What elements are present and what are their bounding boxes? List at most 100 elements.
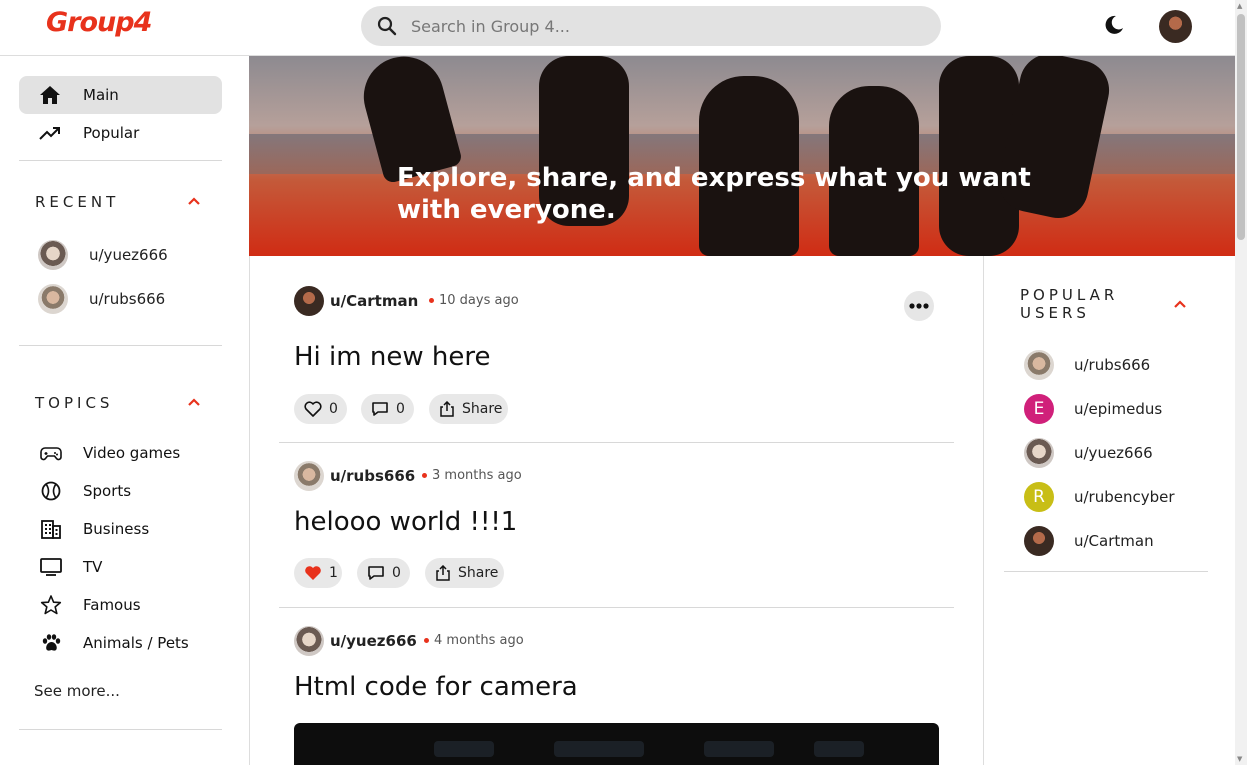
building-icon	[41, 520, 61, 539]
post-author[interactable]: u/yuez666	[330, 632, 417, 650]
avatar	[1024, 350, 1054, 380]
popular-users-title: POPULAR USERS	[1020, 286, 1119, 322]
left-sidebar: Main Popular RECENT u/yuez666 u/rubs666 …	[0, 56, 250, 765]
nav-item-popular[interactable]: Popular	[19, 114, 222, 152]
post-author[interactable]: u/rubs666	[330, 467, 415, 485]
banner-headline: Explore, share, and express what you wan…	[397, 163, 1031, 225]
like-count: 0	[329, 401, 338, 417]
user-avatar[interactable]	[1159, 10, 1192, 43]
logo-text: Group4	[46, 7, 152, 38]
topic-sports[interactable]: Sports	[38, 479, 228, 503]
comment-button[interactable]: 0	[357, 558, 410, 588]
avatar	[38, 284, 68, 314]
home-icon	[40, 86, 60, 104]
ellipsis-icon	[909, 303, 929, 309]
gamepad-icon	[40, 447, 62, 461]
recent-item[interactable]: u/rubs666	[38, 284, 165, 314]
logo[interactable]: Group4	[46, 4, 196, 46]
post-card: u/Cartman 10 days ago Hi im new here 0 0…	[279, 286, 954, 442]
post-divider	[279, 442, 954, 443]
topic-label: Animals / Pets	[83, 634, 189, 652]
popular-user-item[interactable]: u/rubs666	[1024, 350, 1150, 380]
topic-famous[interactable]: Famous	[38, 593, 228, 617]
more-options-button[interactable]	[904, 291, 934, 321]
hero-banner: Explore, share, and express what you wan…	[249, 56, 1235, 256]
nav-item-label: Popular	[83, 124, 140, 142]
popular-user-label: u/yuez666	[1074, 444, 1153, 462]
search-input[interactable]	[411, 6, 921, 46]
share-icon	[436, 565, 450, 581]
image-detail	[814, 741, 864, 757]
avatar[interactable]	[294, 286, 324, 316]
topic-label: Business	[83, 520, 150, 538]
recent-item-label: u/yuez666	[89, 246, 168, 264]
post-time: 4 months ago	[434, 633, 524, 648]
topic-label: Sports	[83, 482, 132, 500]
search-icon	[377, 16, 397, 36]
post-divider	[279, 607, 954, 608]
separator-dot	[422, 473, 427, 478]
like-button[interactable]: 1	[294, 558, 342, 588]
comment-button[interactable]: 0	[361, 394, 414, 424]
avatar	[38, 240, 68, 270]
search-bar[interactable]	[361, 6, 941, 46]
divider	[19, 345, 222, 346]
popular-user-item[interactable]: u/Cartman	[1024, 526, 1154, 556]
popular-user-item[interactable]: E u/epimedus	[1024, 394, 1162, 424]
popular-user-item[interactable]: R u/rubencyber	[1024, 482, 1175, 512]
see-more-link[interactable]: See more...	[34, 682, 120, 700]
post-title[interactable]: Hi im new here	[294, 342, 490, 372]
topics-section-title: TOPICS	[35, 394, 114, 412]
topic-video-games[interactable]: Video games	[38, 441, 228, 465]
topic-animals-pets[interactable]: Animals / Pets	[38, 631, 228, 655]
avatar[interactable]	[294, 461, 324, 491]
popular-user-item[interactable]: u/yuez666	[1024, 438, 1153, 468]
scroll-up-arrow-icon[interactable]: ▲	[1237, 2, 1242, 10]
popular-user-label: u/Cartman	[1074, 532, 1154, 550]
comment-icon	[368, 566, 384, 580]
popular-user-label: u/rubs666	[1074, 356, 1151, 374]
avatar[interactable]	[294, 626, 324, 656]
scroll-down-arrow-icon[interactable]: ▼	[1237, 755, 1242, 763]
popular-user-label: u/rubencyber	[1074, 488, 1175, 506]
ball-icon	[41, 481, 61, 501]
post-time: 10 days ago	[439, 293, 519, 308]
divider	[19, 729, 222, 730]
recent-section-title: RECENT	[35, 193, 120, 211]
post-title[interactable]: Html code for camera	[294, 672, 578, 702]
nav-item-main[interactable]: Main	[19, 76, 222, 114]
scrollbar[interactable]: ▲ ▼	[1235, 0, 1247, 765]
paw-icon	[42, 634, 61, 651]
post-author[interactable]: u/Cartman	[330, 292, 418, 310]
topic-label: TV	[83, 558, 103, 576]
avatar: R	[1024, 482, 1054, 512]
post-time: 3 months ago	[432, 468, 522, 483]
right-sidebar: POPULAR USERS u/rubs666 E u/epimedus u/y…	[983, 256, 1235, 765]
post-title[interactable]: helooo world !!!1	[294, 507, 517, 537]
topic-tv[interactable]: TV	[38, 555, 228, 579]
topic-business[interactable]: Business	[38, 517, 228, 541]
like-button[interactable]: 0	[294, 394, 347, 424]
trending-icon	[39, 127, 60, 140]
topic-label: Video games	[83, 444, 181, 462]
top-header: Group4	[0, 0, 1235, 56]
share-label: Share	[458, 565, 499, 581]
scrollbar-thumb[interactable]	[1237, 14, 1245, 240]
popular-user-label: u/epimedus	[1074, 400, 1163, 418]
dark-mode-toggle-icon[interactable]	[1102, 13, 1126, 37]
chevron-up-icon[interactable]	[187, 196, 201, 206]
share-button[interactable]: Share	[425, 558, 504, 588]
divider	[1004, 571, 1208, 572]
share-button[interactable]: Share	[429, 394, 508, 424]
image-detail	[434, 741, 494, 757]
chevron-up-icon[interactable]	[1173, 299, 1187, 309]
recent-item[interactable]: u/yuez666	[38, 240, 168, 270]
topic-label: Famous	[83, 596, 141, 614]
post-image[interactable]	[294, 723, 939, 765]
separator-dot	[429, 298, 434, 303]
nav-item-label: Main	[83, 86, 119, 104]
comment-count: 0	[396, 401, 405, 417]
chevron-up-icon[interactable]	[187, 397, 201, 407]
heart-icon	[304, 401, 322, 417]
comment-count: 0	[392, 565, 401, 581]
